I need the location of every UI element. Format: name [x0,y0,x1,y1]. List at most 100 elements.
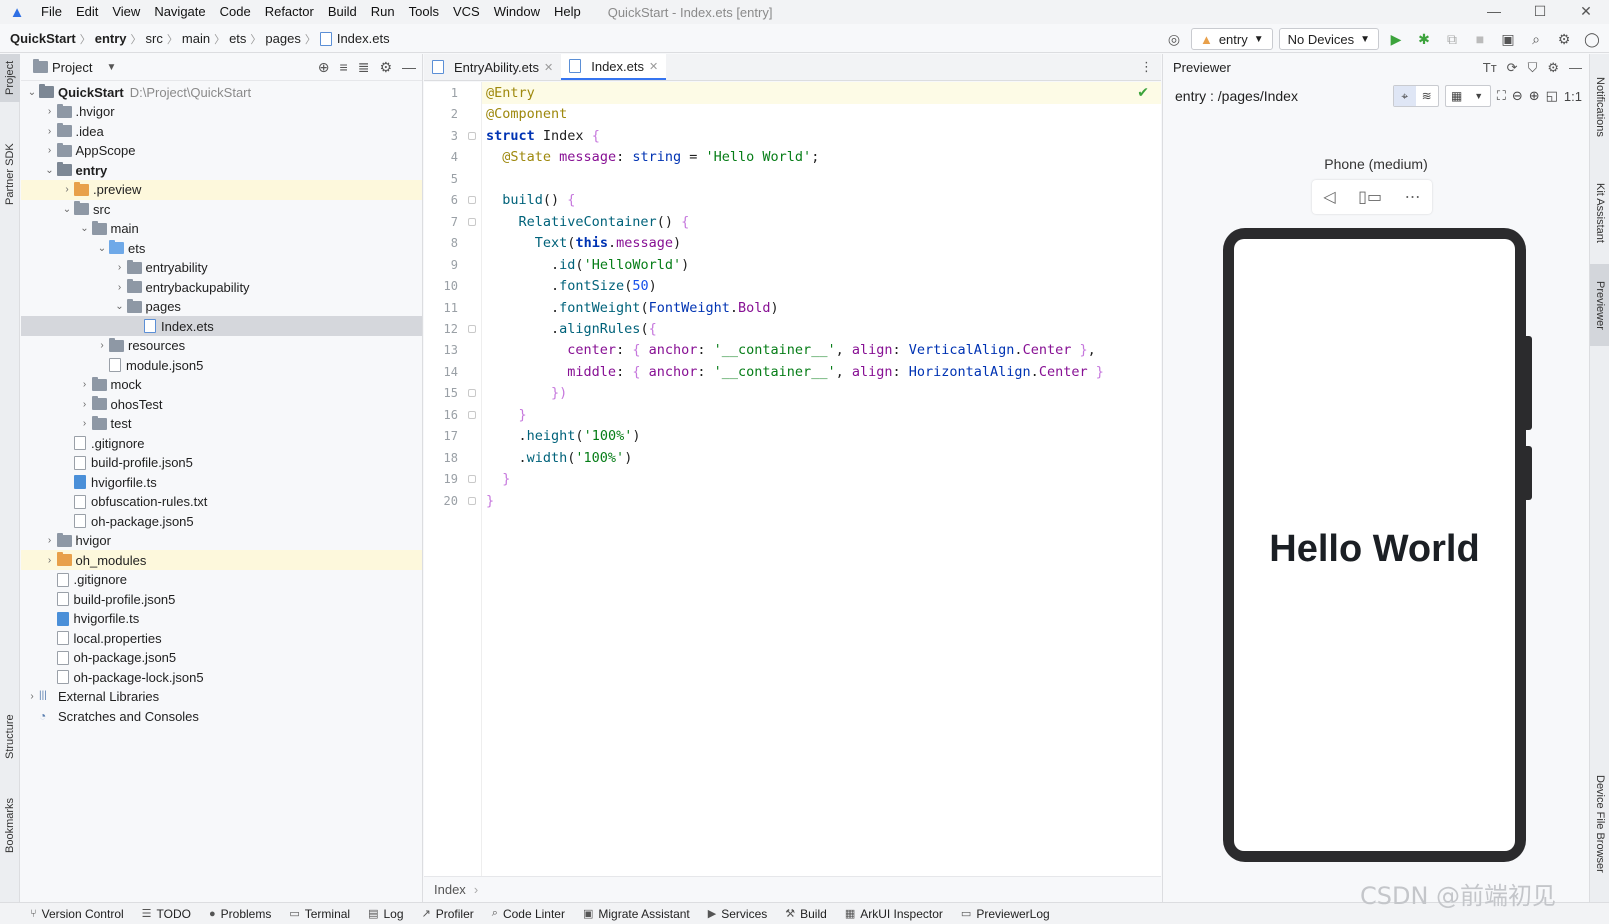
code-line[interactable]: .width('100%') [486,447,633,469]
tree-item[interactable]: Index.ets [21,316,422,336]
menu-navigate[interactable]: Navigate [147,0,212,24]
chevron-right-icon[interactable]: › [95,340,109,351]
inspection-ok-icon[interactable]: ✔ [1137,84,1149,101]
rotate-icon[interactable]: ▯▭ [1358,187,1382,207]
attach-debugger-icon[interactable]: ⧉ [1441,28,1463,50]
tree-item[interactable]: hvigorfile.ts [21,472,422,492]
layers-icon[interactable]: ≋ [1416,86,1438,106]
menu-build[interactable]: Build [321,0,364,24]
minimize-button[interactable]: — [1471,0,1517,22]
more-icon[interactable]: ⋯ [1405,187,1421,207]
search-icon[interactable]: ⌕ [1525,28,1547,50]
tool-version-control[interactable]: ⑂ Version Control [30,907,124,921]
fold-toggle-icon[interactable] [468,196,476,205]
tool-todo[interactable]: ☰ TODO [142,907,191,921]
code-line[interactable]: .height('100%') [486,425,641,447]
tool-previewer-log[interactable]: ▭ PreviewerLog [961,907,1050,921]
breadcrumb-ets[interactable]: ets [229,31,246,46]
account-icon[interactable]: ◯ [1581,28,1603,50]
hide-panel-icon[interactable]: — [402,59,416,76]
chevron-down-icon[interactable]: ⌄ [43,165,57,176]
maximize-button[interactable]: ☐ [1517,0,1563,22]
tree-item[interactable]: .gitignore [21,570,422,590]
filter-icon[interactable]: ⛉ [1528,60,1538,76]
inspect-icon[interactable]: ⌖ [1393,86,1416,106]
tool-tab-kit-assistant[interactable]: Kit Assistant [1590,169,1609,257]
code-line[interactable]: middle: { anchor: '__container__', align… [486,361,1104,383]
tab-index[interactable]: Index.ets ✕ [561,54,667,80]
tool-tab-project[interactable]: Project [0,54,20,102]
code-line[interactable]: @State message: string = 'Hello World'; [486,146,819,168]
tree-item[interactable]: ⌄ entry [21,160,422,180]
code-editor[interactable]: 1 2 3 4 5 6 7 8 9 10 11 12 13 14 15 16 17 18 19 20 @Entry @C… [424,82,1161,876]
code-line[interactable]: } [486,468,510,490]
tool-tab-partner-sdk[interactable]: Partner SDK [0,134,20,214]
menu-vcs[interactable]: VCS [446,0,487,24]
tool-terminal[interactable]: ▭ Terminal [289,907,350,921]
tree-item[interactable]: › .hvigor [21,102,422,122]
breadcrumb-module[interactable]: entry [95,31,127,46]
tab-entryability[interactable]: EntryAbility.ets ✕ [424,54,561,80]
breadcrumb-project[interactable]: QuickStart [10,31,76,46]
zoom-out-icon[interactable]: ⊖ [1512,88,1523,104]
menu-run[interactable]: Run [364,0,402,24]
debug-icon[interactable]: ✱ [1413,28,1435,50]
tree-item[interactable]: › oh_modules [21,550,422,570]
fold-toggle-icon[interactable] [468,410,476,419]
breadcrumb-main[interactable]: main [182,31,210,46]
tree-item[interactable]: oh-package.json5 [21,648,422,668]
tree-item[interactable]: build-profile.json5 [21,453,422,473]
tool-tab-bookmarks[interactable]: Bookmarks [0,789,20,861]
fold-toggle-icon[interactable] [468,475,476,484]
code-line[interactable]: center: { anchor: '__container__', align… [486,339,1095,361]
fold-toggle-icon[interactable] [468,324,476,333]
hide-panel-icon[interactable]: — [1569,60,1582,76]
tree-item[interactable]: hvigorfile.ts [21,609,422,629]
tree-item[interactable]: oh-package-lock.json5 [21,667,422,687]
tool-migrate-assistant[interactable]: ▣ Migrate Assistant [583,907,690,921]
tree-item[interactable]: › .preview [21,179,422,200]
tree-item[interactable]: ⌄ main [21,219,422,239]
chevron-right-icon[interactable]: › [113,262,127,273]
collapse-all-icon[interactable]: ≣ [358,59,370,76]
chevron-right-icon[interactable]: › [60,184,74,195]
tool-tab-structure[interactable]: Structure [0,704,20,770]
code-line[interactable]: RelativeContainer() { [486,211,690,233]
inspector-toggle[interactable]: ⌖ ≋ [1392,85,1439,107]
tree-item[interactable]: › resources [21,336,422,356]
chevron-down-icon[interactable]: ▼ [106,62,116,73]
fold-toggle-icon[interactable] [468,217,476,226]
settings-icon[interactable]: ⚙ [1553,28,1575,50]
locate-file-icon[interactable]: ⊕ [318,59,330,76]
code-line[interactable]: } [486,490,494,512]
tree-item[interactable]: › test [21,414,422,434]
fold-toggle-icon[interactable] [468,389,476,398]
run-icon[interactable]: ▶ [1385,28,1407,50]
chevron-down-icon[interactable]: ⌄ [78,223,92,234]
more-options-icon[interactable]: ⋮ [1140,59,1153,75]
chevron-right-icon[interactable]: › [43,145,57,156]
options-gear-icon[interactable]: ⚙ [379,59,392,76]
chevron-down-icon[interactable]: ▼ [1468,86,1490,106]
footer-struct-label[interactable]: Index [434,882,466,897]
tree-item[interactable]: › ohosTest [21,394,422,414]
tree-item[interactable]: ⌄ pages [21,297,422,317]
tool-tab-previewer[interactable]: Previewer [1590,264,1609,346]
code-line[interactable]: @Entry [486,82,535,104]
chevron-right-icon[interactable]: › [113,282,127,293]
chevron-right-icon[interactable]: › [78,418,92,429]
code-line[interactable]: Text(this.message) [486,232,681,254]
settings-icon[interactable]: ⚙ [1547,60,1559,76]
tree-item[interactable]: › mock [21,375,422,395]
breadcrumb-src[interactable]: src [146,31,163,46]
tree-item[interactable]: module.json5 [21,355,422,375]
chevron-right-icon[interactable]: › [43,106,57,117]
chevron-down-icon[interactable]: ⌄ [113,301,127,312]
fold-toggle-icon[interactable] [468,131,476,140]
actual-size-icon[interactable]: 1:1 [1564,89,1582,104]
code-line[interactable]: build() { [486,189,575,211]
code-line[interactable]: } [486,404,527,426]
menu-code[interactable]: Code [213,0,258,24]
tree-item[interactable]: .gitignore [21,433,422,453]
tree-item[interactable]: build-profile.json5 [21,589,422,609]
